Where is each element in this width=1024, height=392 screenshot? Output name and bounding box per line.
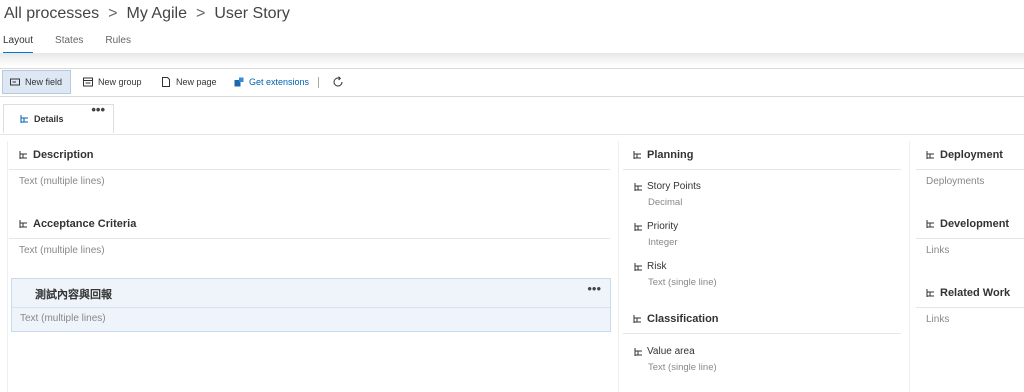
group-planning[interactable]: Planning: [623, 147, 901, 170]
control-type: Text (multiple lines): [19, 245, 105, 256]
group-title: Description: [33, 149, 94, 161]
page-layout-icon: [20, 115, 28, 123]
field-type: Text (single line): [648, 277, 717, 288]
new-field-button[interactable]: New field: [2, 70, 71, 94]
group-test-content-report[interactable]: 測試內容與回報 ••• Text (multiple lines): [11, 278, 611, 332]
group-divider: [12, 307, 610, 308]
breadcrumb: All processes > My Agile > User Story: [4, 3, 290, 25]
field-type: Text (single line): [648, 362, 717, 373]
field-priority[interactable]: Priority Integer: [634, 220, 678, 248]
column-divider: [618, 141, 619, 392]
group-divider: [916, 169, 1024, 170]
group-icon: [926, 220, 934, 228]
get-extensions-button[interactable]: Get extensions: [227, 70, 316, 94]
field-type: Decimal: [648, 197, 683, 208]
new-field-icon: [10, 78, 20, 86]
group-acceptance-criteria[interactable]: Acceptance Criteria Text (multiple lines…: [9, 216, 610, 256]
field-label: Priority: [647, 221, 679, 232]
toolbar: New field New group New page Get extensi…: [0, 68, 1024, 97]
group-divider: [623, 169, 901, 170]
group-divider: [623, 333, 901, 334]
breadcrumb-my-agile[interactable]: My Agile: [127, 5, 187, 23]
new-page-icon: [162, 77, 170, 87]
group-icon: [926, 151, 934, 159]
extensions-icon: [234, 77, 244, 87]
more-options-icon[interactable]: •••: [91, 103, 105, 116]
toolbar-separator: [318, 77, 319, 88]
group-development[interactable]: Development Links: [916, 216, 1024, 256]
field-type: Integer: [648, 237, 678, 248]
group-title: Acceptance Criteria: [33, 218, 137, 230]
breadcrumb-separator: >: [108, 5, 118, 22]
tab-states[interactable]: States: [55, 35, 83, 50]
group-title: Planning: [647, 149, 694, 161]
control-type: Deployments: [926, 176, 985, 187]
new-field-label: New field: [25, 77, 63, 87]
new-group-label: New group: [98, 77, 142, 87]
group-title: Classification: [647, 313, 719, 325]
field-icon: [634, 262, 642, 271]
group-title: 測試內容與回報: [35, 289, 112, 301]
group-icon: [633, 315, 641, 323]
field-icon: [634, 182, 642, 191]
breadcrumb-all-processes[interactable]: All processes: [4, 5, 99, 23]
new-group-icon: [83, 77, 93, 87]
field-value-area[interactable]: Value area Text (single line): [634, 345, 717, 373]
tab-details[interactable]: Details •••: [3, 103, 114, 133]
refresh-icon: [333, 76, 343, 87]
group-classification[interactable]: Classification: [623, 311, 901, 334]
tab-rules[interactable]: Rules: [105, 35, 131, 50]
group-icon: [19, 151, 27, 159]
breadcrumb-separator: >: [195, 5, 206, 22]
control-type: Text (multiple lines): [20, 313, 106, 324]
group-title: Related Work: [940, 287, 1011, 299]
more-options-icon[interactable]: •••: [587, 282, 601, 295]
group-description[interactable]: Description Text (multiple lines): [9, 147, 610, 187]
tab-bar: Layout States Rules: [3, 35, 131, 54]
control-type: Links: [926, 314, 950, 325]
field-label: Value area: [647, 346, 695, 357]
group-icon: [926, 289, 934, 297]
field-story-points[interactable]: Story Points Decimal: [634, 180, 701, 208]
refresh-button[interactable]: [325, 70, 351, 94]
get-extensions-label: Get extensions: [249, 77, 310, 87]
new-page-button[interactable]: New page: [154, 70, 224, 94]
group-divider: [9, 169, 610, 170]
field-label: Risk: [647, 261, 667, 272]
group-title: Deployment: [940, 149, 1003, 161]
column-divider: [7, 141, 8, 392]
page-tab-bar: Details •••: [0, 103, 1024, 135]
group-deployment[interactable]: Deployment Deployments: [916, 147, 1024, 187]
field-icon: [634, 222, 642, 231]
field-risk[interactable]: Risk Text (single line): [634, 260, 717, 288]
group-icon: [19, 220, 27, 228]
field-label: Story Points: [647, 181, 701, 192]
header-divider: [0, 53, 1024, 67]
breadcrumb-user-story: User Story: [214, 5, 290, 22]
column-divider: [909, 141, 910, 392]
group-divider: [916, 238, 1024, 239]
control-type: Links: [926, 245, 950, 256]
group-divider: [9, 238, 610, 239]
group-related-work[interactable]: Related Work Links: [916, 285, 1024, 325]
group-icon: [633, 151, 641, 159]
group-title: Development: [940, 218, 1010, 230]
field-icon: [634, 347, 642, 356]
tab-layout[interactable]: Layout: [3, 35, 34, 54]
tab-details-label: Details: [34, 114, 64, 124]
group-divider: [916, 307, 1024, 308]
new-group-button[interactable]: New group: [76, 70, 149, 94]
control-type: Text (multiple lines): [19, 176, 105, 187]
new-page-label: New page: [176, 77, 217, 87]
